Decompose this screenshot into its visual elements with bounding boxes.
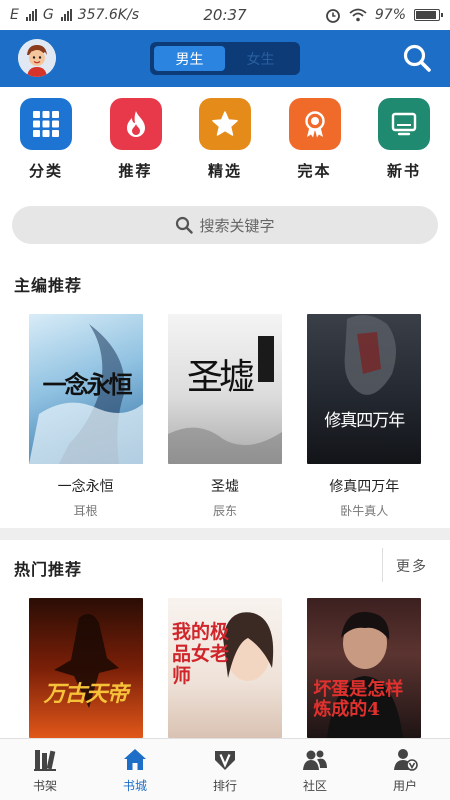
category-label: 推荐	[118, 162, 153, 180]
more-separator	[382, 548, 383, 582]
book-title: 修真四万年	[329, 479, 400, 495]
cover-title: 一念永恒	[42, 370, 133, 399]
home-icon	[124, 748, 146, 770]
category-label: 新书	[386, 162, 421, 180]
tab-male[interactable]: 男生	[154, 46, 225, 71]
book-cover: 一念永恒	[28, 314, 143, 464]
search-icon	[176, 216, 194, 234]
tab-label: 书架	[32, 778, 57, 793]
cover-title: 坏蛋是怎样炼成的4	[313, 679, 404, 720]
search-icon[interactable]	[402, 43, 432, 73]
section-title-editor-picks: 主编推荐	[14, 276, 83, 295]
editor-picks-list: 一念永恒 一念永恒 耳根 圣墟 圣墟 辰东 修真四万年 修真四万年 卧牛真人	[0, 314, 450, 519]
book-title: 一念永恒	[57, 479, 114, 495]
flame-icon	[109, 98, 162, 150]
book-card[interactable]: 坏蛋是怎样炼成的4	[307, 598, 422, 738]
book-author: 卧牛真人	[340, 504, 389, 518]
tab-label: 排行	[212, 778, 237, 793]
book-card[interactable]: 一念永恒 一念永恒 耳根	[28, 314, 143, 519]
book-card[interactable]: 修真四万年 修真四万年 卧牛真人	[307, 314, 422, 519]
category-label: 分类	[28, 162, 63, 180]
book-cover: 圣墟	[167, 314, 282, 464]
tab-ranking[interactable]: 排行	[180, 739, 270, 800]
clock: 20:37	[203, 6, 247, 24]
gender-toggle: 男生 女生	[150, 42, 300, 75]
cover-title: 万古天帝	[43, 681, 129, 707]
app-header: 男生 女生	[0, 30, 450, 87]
monitor-icon	[378, 98, 430, 150]
grid-icon	[20, 98, 72, 150]
book-title: 圣墟	[210, 479, 239, 495]
tab-user[interactable]: 用户	[360, 739, 450, 800]
bottom-tab-bar: 书架 书城 排行 社区 用户	[0, 738, 450, 800]
category-new[interactable]: 新书	[376, 88, 432, 188]
category-row: 分类 推荐 精选 完本 新书	[0, 88, 450, 188]
book-author: 耳根	[73, 504, 98, 518]
search-input[interactable]: 搜索关键字	[12, 206, 438, 244]
tab-label: 社区	[302, 778, 327, 793]
tab-label: 用户	[392, 778, 417, 793]
book-card[interactable]: 万古天帝	[28, 598, 143, 738]
cover-title: 圣墟	[186, 357, 255, 398]
book-card[interactable]: 圣墟 圣墟 辰东	[167, 314, 282, 519]
cover-title: 我的极品女老师	[171, 621, 229, 687]
tab-community[interactable]: 社区	[270, 739, 360, 800]
tab-female[interactable]: 女生	[225, 46, 296, 71]
avatar-icon[interactable]	[18, 39, 56, 77]
tab-label: 书城	[122, 778, 147, 793]
category-featured[interactable]: 精选	[197, 88, 253, 188]
section-title-hot-picks: 热门推荐	[14, 560, 83, 579]
tab-bookshelf[interactable]: 书架	[0, 739, 90, 800]
book-card[interactable]: 我的极品女老师	[167, 598, 282, 738]
search-placeholder: 搜索关键字	[199, 216, 275, 235]
book-cover: 万古天帝	[28, 598, 143, 738]
medal-icon	[288, 98, 341, 150]
category-classify[interactable]: 分类	[18, 88, 74, 188]
hot-picks-list: 万古天帝 我的极品女老师 坏蛋是怎样炼成的4	[0, 598, 450, 738]
star-icon	[199, 98, 251, 150]
section-divider	[0, 528, 450, 540]
category-recommend[interactable]: 推荐	[108, 88, 164, 188]
category-completed[interactable]: 完本	[287, 88, 343, 188]
book-author: 辰东	[212, 504, 237, 518]
status-bar: E G 357.6K/s 20:37 97%	[0, 0, 450, 30]
category-label: 完本	[297, 162, 332, 180]
bookshelf-icon	[34, 749, 56, 771]
book-cover: 我的极品女老师	[167, 598, 282, 738]
book-cover: 坏蛋是怎样炼成的4	[307, 598, 422, 738]
cover-title: 修真四万年	[324, 411, 405, 431]
more-link[interactable]: 更多	[396, 556, 428, 576]
tab-bookstore[interactable]: 书城	[90, 739, 180, 800]
book-cover: 修真四万年	[307, 314, 422, 464]
category-label: 精选	[207, 162, 242, 180]
user-icon	[394, 748, 418, 771]
rank-icon	[215, 750, 235, 770]
community-icon	[303, 750, 327, 770]
battery-icon	[414, 9, 443, 21]
